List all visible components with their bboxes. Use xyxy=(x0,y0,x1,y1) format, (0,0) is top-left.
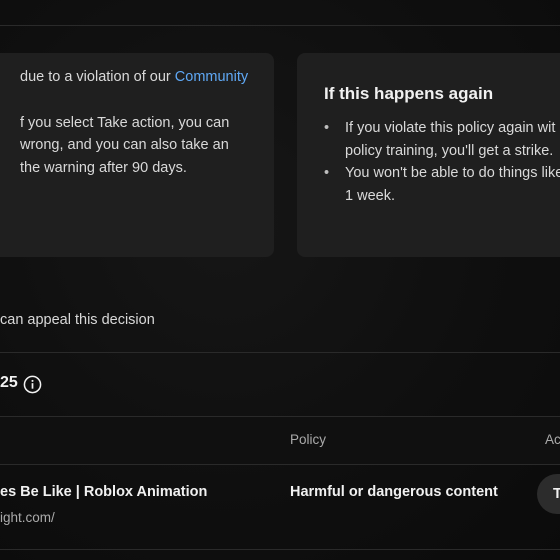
table-row: es Be Like | Roblox Animation ight.com/ … xyxy=(0,464,560,550)
appeal-text: can appeal this decision xyxy=(0,312,155,328)
bullet-line-1: If you violate this policy again wit xyxy=(345,120,556,136)
top-divider xyxy=(0,25,560,26)
video-title[interactable]: es Be Like | Roblox Animation xyxy=(0,484,207,500)
row-divider xyxy=(0,549,560,550)
bullet-dot-icon: • xyxy=(324,165,330,181)
warning-count: 25 xyxy=(0,374,18,391)
warning-line-1-text: due to a violation of our xyxy=(20,69,175,85)
warning-card-body: due to a violation of our Community f yo… xyxy=(20,66,290,179)
section-divider xyxy=(0,352,560,353)
warning-line-2: f you select Take action, you can xyxy=(20,114,230,131)
bullet-item-continuation: policy training, you'll get a strike. xyxy=(324,140,560,163)
repeat-card: If this happens again • If you violate th… xyxy=(297,53,560,257)
take-action-button[interactable]: T xyxy=(537,474,560,514)
bullet-line-2: 1 week. xyxy=(345,187,395,204)
community-guidelines-link[interactable]: Community xyxy=(175,69,248,85)
warning-line-4: the warning after 90 days. xyxy=(20,159,187,176)
bullet-dot-icon: • xyxy=(324,120,330,136)
policy-name: Harmful or dangerous content xyxy=(290,484,498,500)
bullet-item: • You won't be able to do things like xyxy=(324,162,560,185)
bullet-item: • If you violate this policy again wit xyxy=(324,117,560,140)
bullet-item-continuation: 1 week. xyxy=(324,185,560,208)
info-icon[interactable] xyxy=(23,375,42,394)
repeat-card-title: If this happens again xyxy=(324,84,494,103)
video-link-text: ight.com/ xyxy=(0,510,55,525)
page: due to a violation of our Community f yo… xyxy=(0,0,560,560)
table-header: Policy Ac xyxy=(0,416,560,465)
column-header-policy[interactable]: Policy xyxy=(290,432,326,447)
bullet-line-2: policy training, you'll get a strike. xyxy=(345,142,554,159)
column-header-action[interactable]: Ac xyxy=(545,432,560,447)
bullet-line-1: You won't be able to do things like xyxy=(345,165,560,181)
warning-line-1: due to a violation of our Community xyxy=(20,66,290,89)
repeat-card-bullets: • If you violate this policy again wit po… xyxy=(324,117,560,207)
warning-line-3: wrong, and you can also take an xyxy=(20,137,229,153)
